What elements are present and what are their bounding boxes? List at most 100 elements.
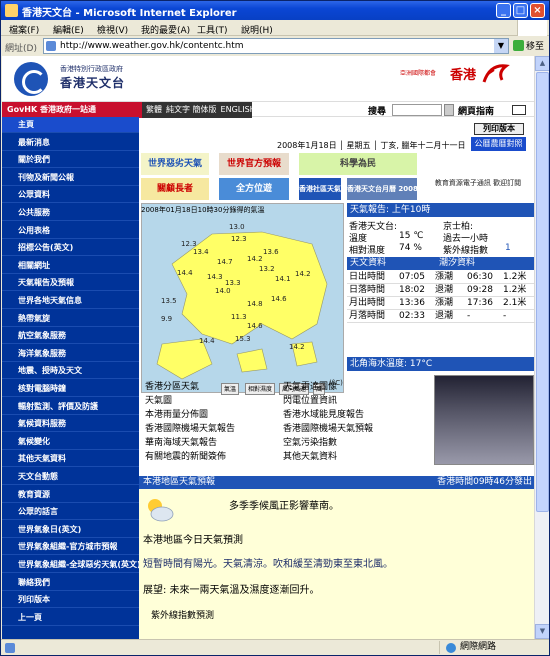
weather-report-heading: 天氣報告: 上午10時 (347, 203, 534, 217)
address-input[interactable]: http://www.weather.gov.hk/contentc.htm ▼ (43, 38, 509, 54)
nav-item[interactable]: 海洋氣象服務 (2, 346, 139, 362)
nav-item[interactable]: 世界氣象日(英文) (2, 522, 139, 538)
astro-tide-heading: 天文資料 潮汐資料 (347, 257, 534, 270)
go-label: 移至 (526, 42, 545, 52)
nav-item[interactable]: 招標公告(英文) (2, 240, 139, 257)
nav-item[interactable]: 教育資源 (2, 487, 139, 503)
nav-item[interactable]: 其他天氣資料 (2, 451, 139, 468)
link-district-weather[interactable]: 香港分區天氣 (145, 379, 199, 392)
scroll-thumb[interactable] (536, 72, 549, 512)
nav-item[interactable]: 公共服務 (2, 205, 139, 221)
uv-forecast-link[interactable]: 紫外線指數預測 (151, 608, 214, 621)
banner-calendar-2008[interactable]: 香港天文台月曆 2008 (347, 178, 417, 200)
nav-item[interactable]: 主頁 (2, 117, 139, 133)
lang-english[interactable]: ENGLISH (221, 105, 256, 114)
banner-all-round[interactable]: 全方位遊 (219, 178, 289, 200)
menu-help[interactable]: 說明(H) (241, 23, 273, 36)
sitemap-link[interactable]: 網頁指南 (458, 104, 494, 117)
link-south-china-sea[interactable]: 華南海域天氣報告 (145, 435, 217, 448)
forecast-today-heading: 本港地區今日天氣預測 (143, 535, 243, 546)
close-button[interactable]: × (530, 3, 545, 18)
minimize-button[interactable]: _ (496, 3, 511, 18)
zone-label: 網際網路 (460, 642, 497, 652)
nav-item[interactable]: 核對電腦時鐘 (2, 381, 139, 397)
brand-hong-kong: 香港 (450, 68, 477, 83)
lang-traditional[interactable]: 繁體 (146, 105, 162, 114)
nav-item[interactable]: 世界各地天氣信息 (2, 293, 139, 309)
nav-item[interactable]: 公眾資料 (2, 187, 139, 204)
menu-favorites[interactable]: 我的最愛(A) (141, 23, 190, 36)
temp-label: 13.0 (229, 223, 245, 231)
link-visibility[interactable]: 香港水域能見度報告 (283, 407, 364, 420)
link-other-weather[interactable]: 其他天氣資料 (283, 449, 337, 462)
address-dropdown-icon[interactable]: ▼ (494, 39, 508, 53)
nav-item[interactable]: 列印版本 (2, 592, 139, 609)
print-button[interactable]: 列印版本 (474, 123, 524, 135)
nav-item[interactable]: 天氣報告及預報 (2, 275, 139, 292)
banner-community-weather[interactable]: 香港社區天氣資訊網絡 (299, 178, 341, 200)
link-airport-report[interactable]: 香港國際機場天氣報告 (145, 421, 235, 434)
banner-world-official-forecast[interactable]: 世界官方預報 (219, 153, 289, 175)
nav-item[interactable]: 公眾的話言 (2, 504, 139, 521)
nav-item[interactable]: 輻射監測、評價及防護 (2, 399, 139, 415)
nav-item[interactable]: 聯絡我們 (2, 575, 139, 591)
forecast-today-text: 短暫時間有陽光。天氣清涼。吹和緩至清勁東至東北風。 (143, 559, 393, 570)
link-weather-chart[interactable]: 天氣圖 (145, 393, 172, 406)
row-label: 月落時間 (349, 311, 386, 321)
nav-item[interactable]: 航空氣象服務 (2, 328, 139, 345)
scroll-down-icon[interactable]: ▼ (535, 624, 549, 639)
temp-label: 14.6 (271, 295, 287, 303)
banner-education-newsletter[interactable]: 教育資源電子通訊 歡迎訂閱 (423, 178, 533, 200)
temp-label: 13.5 (161, 297, 177, 305)
nav-item[interactable]: 上一頁 (2, 610, 139, 626)
link-rainfall-map[interactable]: 本港雨量分佈圖 (145, 407, 208, 420)
browser-window: 香港天文台 - Microsoft Internet Explorer _ □ … (0, 0, 550, 656)
govhk-link[interactable]: GovHK 香港政府一站通 (2, 102, 142, 118)
tide-heading: 潮汐資料 (439, 258, 476, 268)
search-button[interactable] (444, 104, 454, 116)
nav-item[interactable]: 天文台動態 (2, 469, 139, 485)
forecast-situation: 多季季候風正影響華南。 (229, 501, 339, 512)
nav-item[interactable]: 世界氣象組織-官方城市預報 (2, 539, 139, 556)
temp-label: 13.4 (193, 248, 209, 256)
nav-item[interactable]: 氣候變化 (2, 434, 139, 450)
maximize-button[interactable]: □ (513, 3, 528, 18)
calendar-link[interactable]: 公曆農曆對照 (471, 137, 526, 151)
link-airport-forecast[interactable]: 香港國際機場天氣預報 (283, 421, 373, 434)
mail-icon[interactable] (512, 105, 526, 115)
page-status-icon (5, 643, 15, 653)
row-height: 1.2米 (503, 285, 527, 295)
hko-logo-icon[interactable] (14, 62, 48, 96)
row-tide-time: 09:28 (467, 285, 493, 295)
nav-item[interactable]: 刊物及新聞公報 (2, 170, 139, 186)
table-row: 日出時間 07:05 漲潮 06:30 1.2米 (347, 271, 534, 284)
menu-edit[interactable]: 編輯(E) (53, 23, 84, 36)
nav-item[interactable]: 世界氣象組織-全球惡劣天氣(英文) (2, 557, 141, 573)
nav-item[interactable]: 關於我們 (2, 152, 139, 169)
scroll-up-icon[interactable]: ▲ (535, 56, 549, 71)
nav-item[interactable]: 最新消息 (2, 135, 139, 151)
address-url: http://www.weather.gov.hk/contentc.htm (60, 41, 244, 51)
link-radar[interactable]: 天氣雷達圖像 (283, 379, 337, 392)
vertical-scrollbar[interactable]: ▲ ▼ (534, 56, 549, 639)
lang-simplified[interactable]: 純文字 簡体版 (166, 105, 217, 114)
menu-view[interactable]: 檢視(V) (97, 23, 128, 36)
link-air-pollution[interactable]: 空氣污染指數 (283, 435, 337, 448)
banner-world-severe-weather[interactable]: 世界惡劣天氣 (141, 153, 209, 175)
page-content: 香港特別行政區政府 香港天文台 亞洲國際都會 香港 GovHK 香港政府一站通 … (2, 56, 534, 639)
nav-item[interactable]: 氣候資料服務 (2, 416, 139, 433)
menu-tools[interactable]: 工具(T) (197, 23, 228, 36)
menu-file[interactable]: 檔案(F) (9, 23, 39, 36)
nav-item[interactable]: 公用表格 (2, 223, 139, 239)
go-button[interactable]: 移至 (513, 39, 544, 52)
banner-elderly[interactable]: 關顧長者 (141, 178, 209, 200)
nav-item[interactable]: 地震、授時及天文 (2, 363, 139, 380)
banner-science-for-public[interactable]: 科學為民 (299, 153, 417, 175)
link-earthquake-news[interactable]: 有關地震的新聞簽佈 (145, 449, 226, 462)
nav-item[interactable]: 熱帶氣旋 (2, 311, 139, 327)
row-height: - (503, 311, 507, 321)
link-lightning[interactable]: 閃電位置資訊 (283, 393, 337, 406)
nav-item[interactable]: 相關網址 (2, 258, 139, 274)
search-input[interactable] (392, 104, 442, 116)
satellite-image[interactable] (434, 375, 534, 465)
